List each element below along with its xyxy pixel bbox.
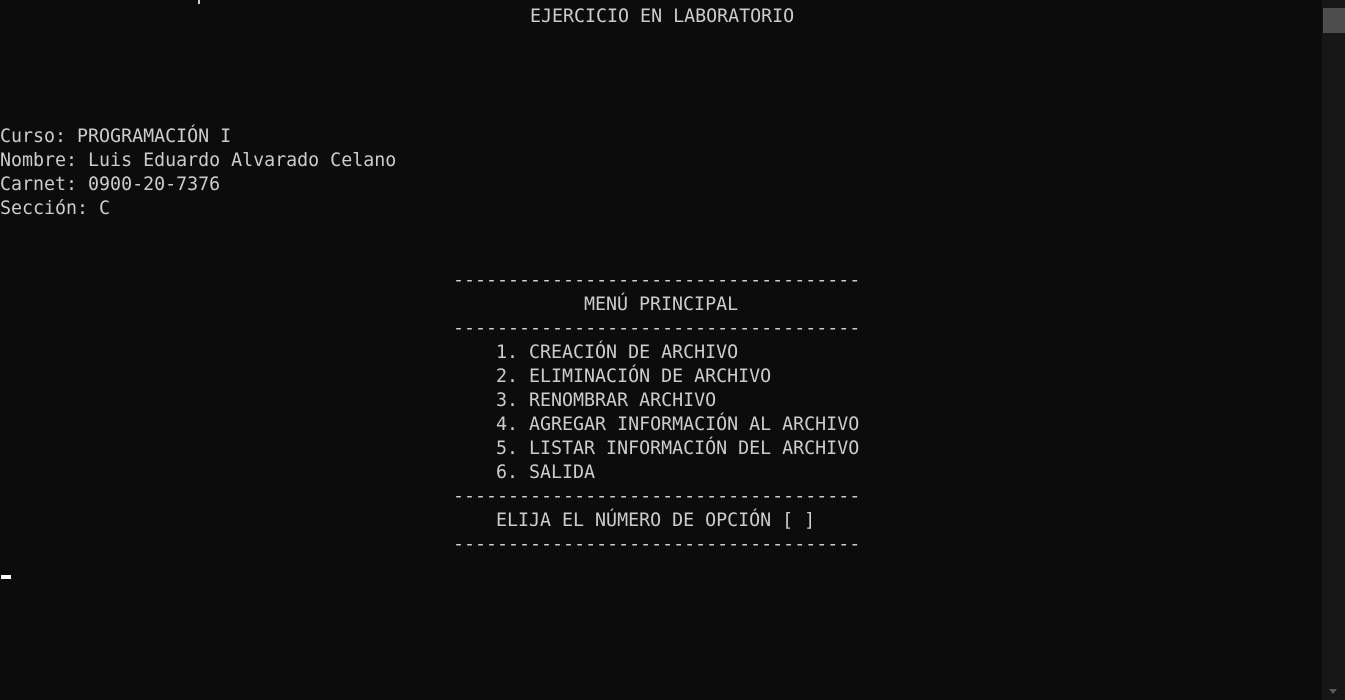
menu-option-4: 4. AGREGAR INFORMACIÓN AL ARCHIVO: [496, 414, 860, 435]
menu-option-3: 3. RENOMBRAR ARCHIVO: [496, 390, 717, 411]
menu-separator-top: -------------------------------------: [453, 270, 861, 291]
menu-option-1: 1. CREACIÓN DE ARCHIVO: [496, 342, 739, 363]
text-cursor[interactable]: [1, 575, 11, 579]
menu-option-5: 5. LISTAR INFORMACIÓN DEL ARCHIVO: [496, 438, 860, 459]
menu-separator-heading: -------------------------------------: [453, 318, 861, 339]
menu-prompt: ELIJA EL NÚMERO DE OPCIÓN [ ]: [496, 510, 816, 531]
scrolled-text-fragment: [198, 0, 200, 4]
menu-separator-bottom: -------------------------------------: [453, 534, 861, 555]
info-seccion: Sección: C: [0, 198, 111, 219]
menu-separator-options: -------------------------------------: [453, 486, 861, 507]
menu-option-6: 6. SALIDA: [496, 462, 596, 483]
vertical-scrollbar[interactable]: [1322, 0, 1345, 700]
scrollbar-thumb[interactable]: [1323, 8, 1345, 33]
console-title: EJERCICIO EN LABORATORIO: [530, 6, 795, 27]
menu-heading: MENÚ PRINCIPAL: [584, 294, 739, 315]
info-nombre: Nombre: Luis Eduardo Alvarado Celano: [0, 150, 397, 171]
menu-option-2: 2. ELIMINACIÓN DE ARCHIVO: [496, 366, 772, 387]
info-curso: Curso: PROGRAMACIÓN I: [0, 126, 232, 147]
info-carnet: Carnet: 0900-20-7376: [0, 174, 221, 195]
scroll-down-arrow-icon[interactable]: [1329, 689, 1337, 694]
console-window[interactable]: EJERCICIO EN LABORATORIO Curso: PROGRAMA…: [0, 0, 1345, 700]
